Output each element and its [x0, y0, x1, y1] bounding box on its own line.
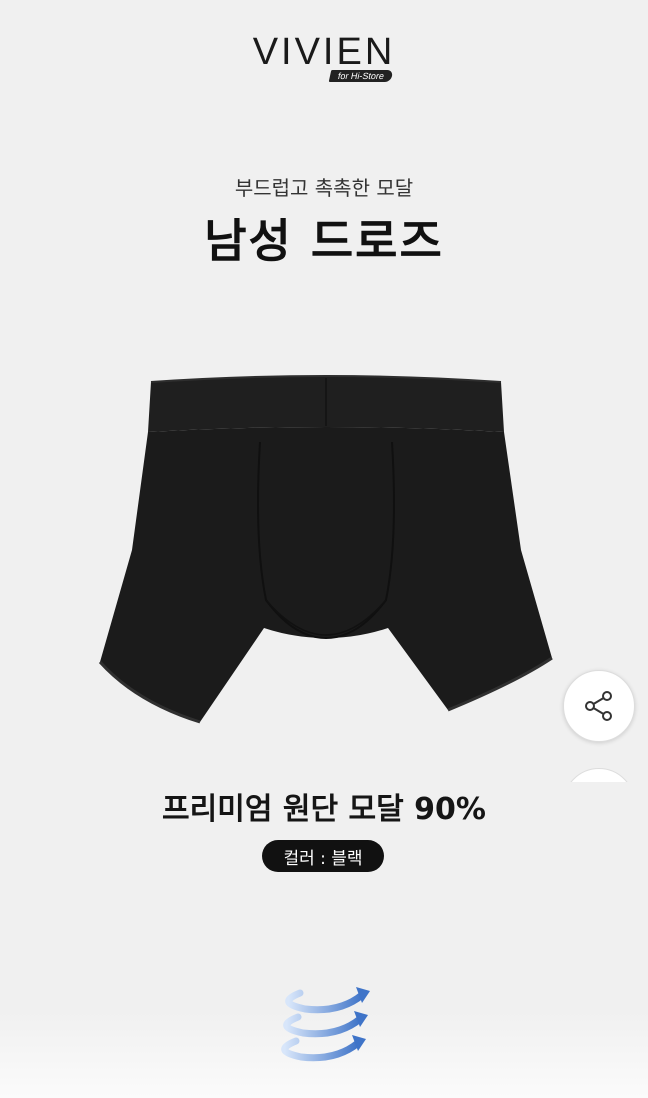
share-button[interactable]	[563, 670, 635, 742]
brand-tagline: for Hi-Store	[328, 70, 394, 82]
hero-subtitle: 부드럽고 촉촉한 모달	[234, 176, 414, 200]
airflow-icon	[281, 987, 370, 1062]
share-icon	[585, 691, 612, 721]
hero-title: 남성 드로즈	[204, 214, 444, 268]
brand-logo: VIVIEN for Hi-Store	[0, 30, 648, 82]
trunks-body	[100, 427, 552, 722]
feature-text: 프리미엄 원단 모달 90%	[162, 792, 486, 827]
brand-name: VIVIEN	[252, 31, 396, 73]
color-badge: 컬러 : 블랙	[262, 840, 384, 872]
product-image	[98, 375, 553, 724]
